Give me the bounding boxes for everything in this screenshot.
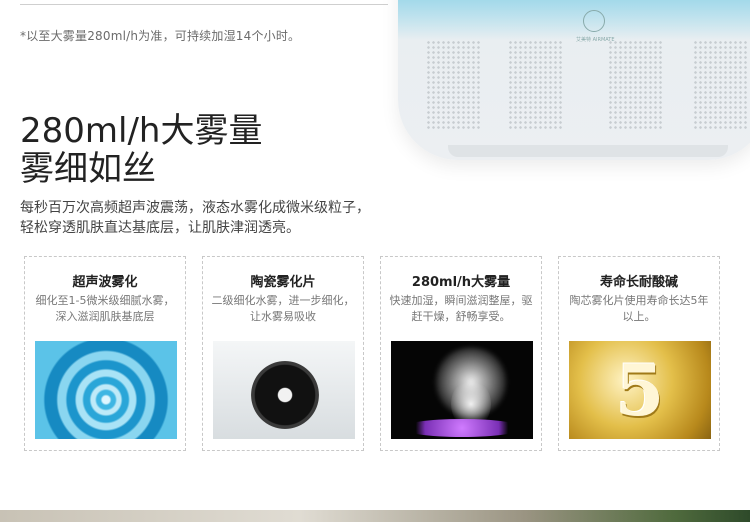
card-title: 超声波雾化 [72,275,138,290]
vent-grille [426,40,481,130]
description: 每秒百万次高频超声波震荡，液态水雾化成微米级粒子， 轻松穿透肌肤直达基底层，让肌… [20,198,400,238]
purple-light [401,419,523,437]
top-divider [20,4,388,5]
ceramic-disc [251,361,319,429]
gold-medal-image: 5 [569,341,711,439]
card-title: 280ml/h大雾量 [411,275,511,290]
product-base [448,145,728,157]
card-text: 细化至1-5微米级细腻水雾，深入滋润肌肤基底层 [35,294,175,323]
feature-card-ultrasonic: 超声波雾化 细化至1-5微米级细腻水雾，深入滋润肌肤基底层 [24,256,186,451]
card-title: 陶瓷雾化片 [250,275,316,290]
card-text: 快速加湿，瞬间滋润整屋，驱赶干燥，舒畅享受。 [389,294,533,323]
water-tank [398,0,750,40]
vent-grille [693,40,748,130]
feature-card-lifespan: 寿命长耐酸碱 陶芯雾化片使用寿命长达5年以上。 5 [558,256,720,451]
brand-logo-icon [583,10,605,32]
card-text: 二级细化水雾，进一步细化，让水雾易吸收 [211,294,355,323]
card-title: 寿命长耐酸碱 [599,275,678,290]
feature-card-ceramic: 陶瓷雾化片 二级细化水雾，进一步细化，让水雾易吸收 [202,256,364,451]
bottom-photo-strip [0,510,750,522]
mist-image [391,341,533,439]
ceramic-disc-image [213,341,355,439]
medal-number: 5 [615,349,665,432]
description-line-1: 每秒百万次高频超声波震荡，液态水雾化成微米级粒子， [20,200,370,216]
feature-card-mist: 280ml/h大雾量 快速加湿，瞬间滋润整屋，驱赶干燥，舒畅享受。 [380,256,542,451]
headline-line-1: 280ml/h大雾量 [20,111,263,151]
headline-line-2: 雾细如丝 [20,149,156,189]
description-line-2: 轻松穿透肌肤直达基底层，让肌肤津润透亮。 [20,220,300,236]
vent-grille [608,40,663,130]
vent-grille [508,40,563,130]
footnote: *以至大雾量280ml/h为准，可持续加湿14个小时。 [20,29,301,43]
water-ripple-image [35,341,177,439]
card-text: 陶芯雾化片使用寿命长达5年以上。 [569,294,709,323]
humidifier-product-image: 艾美特 AIRMATE [398,0,750,160]
